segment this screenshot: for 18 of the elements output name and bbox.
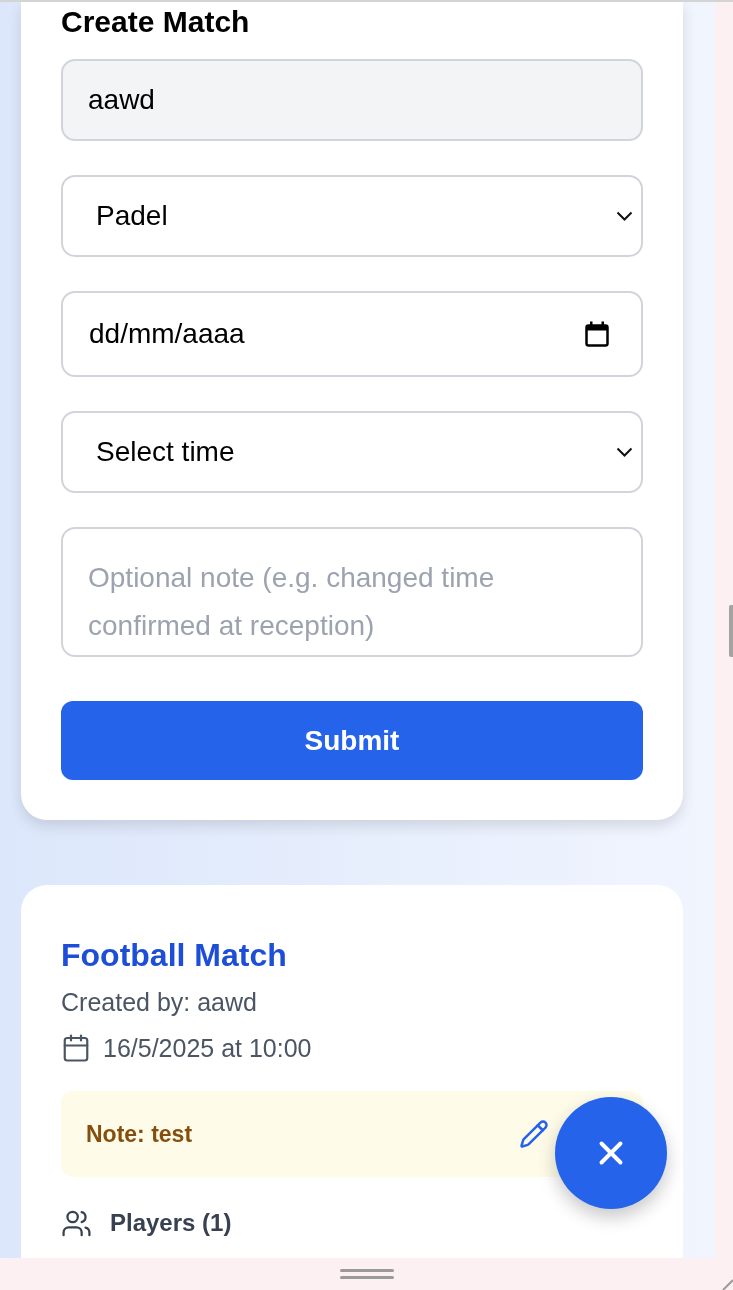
created-by-text: Created by: aawd	[61, 987, 258, 1018]
edit-icon[interactable]	[519, 1119, 549, 1149]
scrollbar-thumb[interactable]	[729, 605, 733, 657]
calendar-icon[interactable]	[585, 321, 609, 347]
resize-grip-icon[interactable]	[722, 1279, 733, 1290]
drag-handle-icon[interactable]	[339, 1269, 394, 1279]
select-field[interactable]: Select time	[61, 411, 643, 493]
chevron-down-icon	[616, 211, 633, 221]
calendar-icon	[61, 1033, 91, 1063]
form-title: Create Match	[61, 4, 251, 40]
note-text: Note: test	[86, 1120, 193, 1149]
players-heading: Players (1)	[110, 1208, 232, 1238]
submit-button[interactable]: Submit	[61, 701, 643, 780]
select-field[interactable]: Padel	[61, 175, 643, 257]
match-title: Football Match	[61, 936, 288, 975]
match-datetime: 16/5/2025 at 10:00	[103, 1033, 312, 1064]
date-field[interactable]: dd/mm/aaaa	[61, 291, 643, 377]
chevron-down-icon	[616, 447, 633, 457]
